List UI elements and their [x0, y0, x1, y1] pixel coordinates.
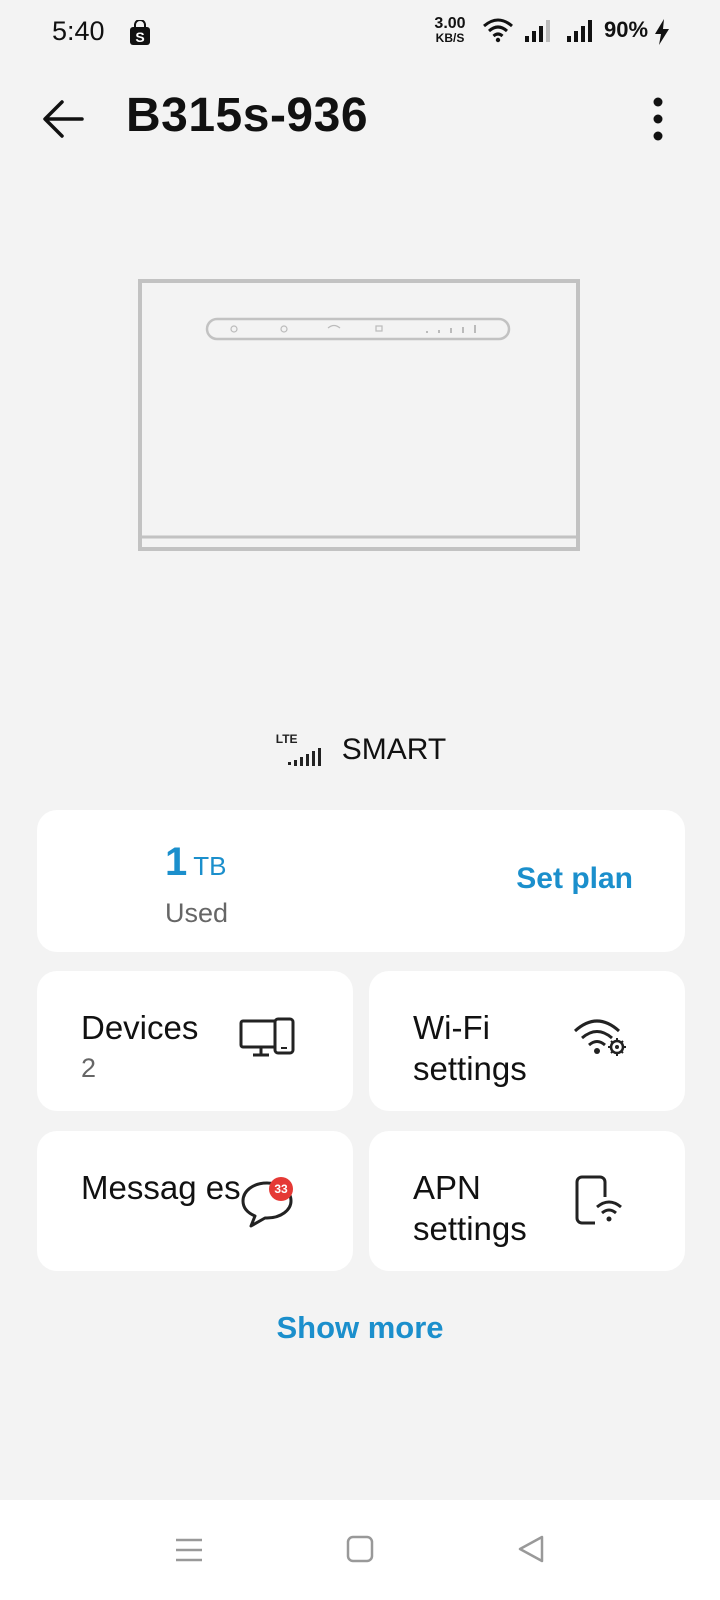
network-speed: 3.00 KB/S	[428, 15, 472, 45]
wifi-settings-icon	[573, 1019, 626, 1056]
data-usage-card[interactable]: 1 TB Used Set plan	[37, 810, 685, 952]
battery-level: 90%	[604, 17, 649, 42]
network-tech: LTE	[275, 732, 298, 746]
wifi-settings-label: Wi-Fi settings	[413, 1009, 527, 1087]
set-plan-button[interactable]: Set plan	[516, 862, 633, 896]
devices-count: 2	[81, 1053, 97, 1083]
apn-settings-label: APN settings	[413, 1169, 527, 1247]
data-used-unit: TB	[193, 851, 227, 881]
router-image	[138, 279, 580, 551]
devices-label: Devices	[81, 1009, 199, 1046]
messages-badge: 33	[269, 1177, 293, 1201]
signal-icon	[567, 20, 592, 42]
app-bar: B315s-936	[0, 80, 720, 160]
charging-bolt-icon	[655, 19, 669, 45]
messages-tile[interactable]: Messag es 33	[37, 1131, 353, 1271]
page-title: B315s-936	[126, 89, 369, 142]
router-screen: 5:40 S 3.00 KB/S 90% B315s-936 LTE SMART…	[0, 0, 720, 1600]
show-more-button[interactable]: Show more	[0, 1310, 720, 1346]
messages-label: Messag es	[81, 1169, 241, 1206]
data-used-value: 1	[165, 840, 188, 884]
data-used-label: Used	[165, 898, 229, 928]
phone-wifi-icon	[575, 1175, 622, 1225]
lte-signal-icon: LTE	[274, 732, 332, 768]
data-used-amount: 1 TB	[165, 840, 226, 885]
message-bubble-icon	[241, 1181, 293, 1228]
apn-settings-tile[interactable]: APN settings	[369, 1131, 685, 1271]
devices-icon	[239, 1017, 295, 1057]
status-bar: 5:40 S 3.00 KB/S 90%	[0, 0, 720, 64]
navigation-bar	[0, 1500, 720, 1600]
network-speed-unit: KB/S	[435, 31, 465, 45]
more-vertical-icon[interactable]	[640, 94, 676, 144]
status-time: 5:40	[52, 16, 105, 46]
home-icon[interactable]	[345, 1534, 375, 1564]
wifi-settings-tile[interactable]: Wi-Fi settings	[369, 971, 685, 1111]
network-speed-value: 3.00	[434, 15, 466, 32]
operator-name: SMART	[341, 733, 447, 766]
recent-apps-icon[interactable]	[174, 1535, 204, 1565]
wifi-icon	[483, 18, 513, 43]
signal-icon	[525, 20, 550, 42]
network-info: LTE SMART	[0, 730, 720, 770]
arrow-left-icon[interactable]	[38, 94, 88, 144]
shopping-bag-icon: S	[130, 20, 150, 45]
svg-text:S: S	[135, 29, 144, 45]
devices-tile[interactable]: Devices 2	[37, 971, 353, 1111]
back-triangle-icon[interactable]	[516, 1534, 546, 1564]
